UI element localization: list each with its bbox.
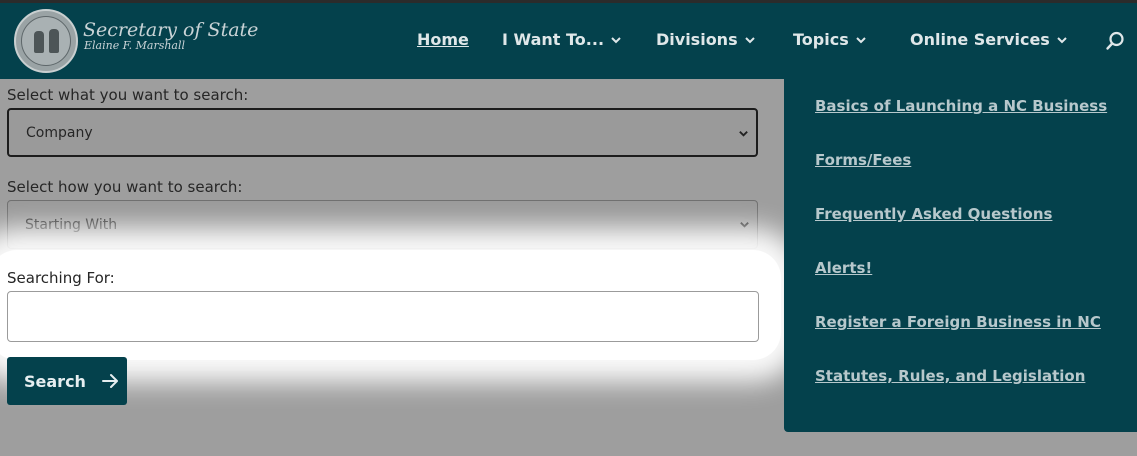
search-button-label: Search	[24, 371, 86, 391]
dropdown-link-foreign-business[interactable]: Register a Foreign Business in NC	[815, 313, 1101, 331]
search-what-label: Select what you want to search:	[7, 86, 249, 104]
nav-topics-label: Topics	[793, 30, 849, 49]
nav-i-want-to-label: I Want To...	[502, 30, 605, 49]
search-button[interactable]: Search	[7, 357, 127, 405]
chevron-down-icon	[744, 36, 755, 43]
dropdown-link-statutes[interactable]: Statutes, Rules, and Legislation	[815, 367, 1085, 385]
brand-title: Secretary of State	[83, 19, 259, 41]
searching-for-label: Searching For:	[7, 269, 115, 287]
search-how-label: Select how you want to search:	[7, 178, 243, 196]
search-input[interactable]	[7, 291, 759, 342]
search-icon[interactable]	[1105, 31, 1125, 51]
search-method-select[interactable]: Starting With	[7, 200, 758, 249]
dropdown-link-alerts[interactable]: Alerts!	[815, 259, 872, 277]
site-header: Secretary of State Elaine F. Marshall Ho…	[0, 3, 1137, 79]
dropdown-link-forms-fees[interactable]: Forms/Fees	[815, 151, 911, 169]
search-type-value: Company	[26, 124, 93, 141]
nav-topics[interactable]: Topics	[793, 30, 867, 49]
chevron-down-icon	[611, 36, 621, 43]
brand[interactable]: Secretary of State Elaine F. Marshall	[83, 20, 258, 52]
search-method-value: Starting With	[25, 216, 118, 233]
nav-divisions[interactable]: Divisions	[656, 30, 756, 49]
state-seal-logo[interactable]	[14, 9, 78, 73]
search-type-select[interactable]: Company	[7, 108, 758, 157]
chevron-down-icon	[739, 131, 748, 137]
dropdown-link-faq[interactable]: Frequently Asked Questions	[815, 205, 1052, 223]
nav-online-services-label: Online Services	[910, 30, 1050, 49]
brand-subtitle: Elaine F. Marshall	[84, 39, 186, 52]
seal-emblem	[21, 16, 71, 66]
topics-dropdown-menu: Basics of Launching a NC Business Forms/…	[784, 79, 1137, 432]
chevron-down-icon	[740, 222, 749, 228]
nav-online-services[interactable]: Online Services	[910, 30, 1068, 49]
arrow-right-icon	[101, 374, 118, 388]
chevron-down-icon	[856, 36, 866, 43]
nav-home-label: Home	[417, 30, 469, 49]
nav-home[interactable]: Home	[417, 30, 469, 49]
chevron-down-icon	[1057, 36, 1067, 43]
nav-divisions-label: Divisions	[656, 30, 738, 49]
dropdown-link-basics[interactable]: Basics of Launching a NC Business	[815, 97, 1107, 115]
nav-i-want-to[interactable]: I Want To...	[502, 30, 622, 49]
